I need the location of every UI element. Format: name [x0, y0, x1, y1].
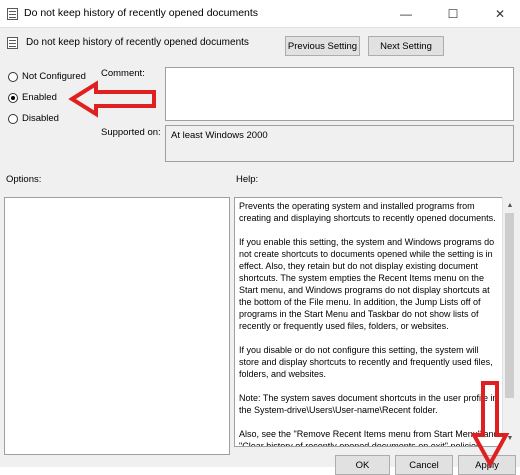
help-paragraph: Also, see the "Remove Recent Items menu …: [239, 429, 499, 446]
policy-document-icon: [7, 8, 18, 20]
cancel-button[interactable]: Cancel: [395, 455, 453, 475]
radio-label: Disabled: [22, 113, 59, 124]
supported-on-value: At least Windows 2000: [165, 125, 514, 162]
annotation-arrow-down-icon: [470, 381, 510, 467]
help-paragraph: Prevents the operating system and instal…: [239, 201, 496, 223]
window-title: Do not keep history of recently opened d…: [24, 7, 259, 19]
title-bar: Do not keep history of recently opened d…: [0, 0, 520, 28]
help-paragraph: If you disable or do not configure this …: [239, 345, 493, 379]
radio-label: Enabled: [22, 92, 57, 103]
ok-button[interactable]: OK: [335, 455, 390, 475]
comment-textarea[interactable]: [165, 67, 514, 121]
radio-circle[interactable]: [8, 92, 18, 103]
comment-label: Comment:: [101, 68, 145, 79]
radio-enabled[interactable]: Enabled: [8, 92, 57, 103]
close-button[interactable]: ✕: [480, 0, 520, 28]
next-setting-button[interactable]: Next Setting: [368, 36, 444, 56]
help-paragraph: Note: The system saves document shortcut…: [239, 393, 498, 415]
minimize-button[interactable]: —: [386, 0, 426, 28]
radio-disabled[interactable]: Disabled: [8, 113, 59, 124]
help-label: Help:: [236, 174, 259, 185]
radio-circle[interactable]: [8, 113, 18, 124]
previous-setting-button[interactable]: Previous Setting: [285, 36, 360, 56]
policy-setting-icon: [7, 37, 18, 49]
annotation-arrow-left-icon: [68, 80, 156, 118]
maximize-button[interactable]: ☐: [433, 0, 473, 28]
policy-title: Do not keep history of recently opened d…: [26, 37, 249, 48]
options-pane: [4, 197, 230, 455]
options-label: Options:: [6, 174, 42, 185]
scroll-thumb[interactable]: [505, 213, 514, 398]
scroll-up-icon[interactable]: ▲: [503, 198, 517, 212]
radio-circle[interactable]: [8, 71, 18, 82]
supported-on-label: Supported on:: [101, 127, 161, 138]
help-text: Prevents the operating system and instal…: [239, 200, 501, 446]
help-paragraph: If you enable this setting, the system a…: [239, 237, 495, 331]
